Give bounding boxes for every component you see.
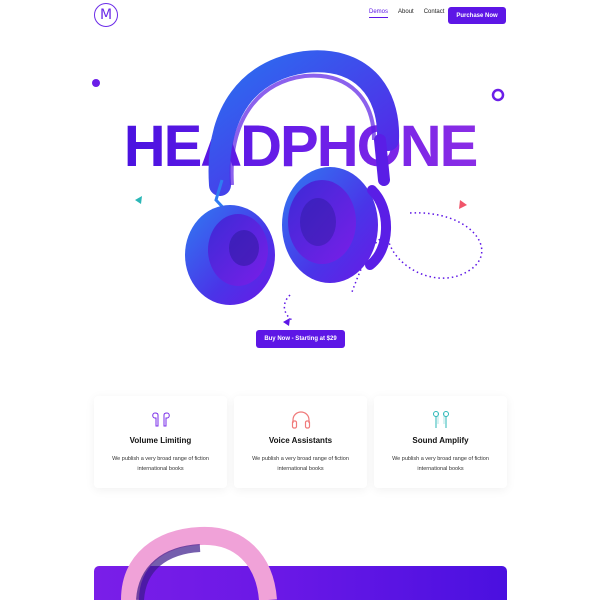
landing-page: M Demos About Contact Purchase Now HEADP…	[0, 0, 600, 600]
feature-title: Sound Amplify	[412, 436, 469, 445]
headphones-icon	[290, 409, 312, 431]
decor-dot	[92, 79, 100, 87]
earphones-icon	[430, 409, 452, 431]
features-section: Volume Limiting We publish a very broad …	[94, 396, 507, 488]
earbuds-icon	[150, 409, 172, 431]
decor-triangle-purple	[283, 318, 290, 326]
hero-illustration	[92, 50, 505, 326]
feature-title: Volume Limiting	[129, 436, 192, 445]
feature-title: Voice Assistants	[268, 436, 333, 445]
buy-now-button[interactable]: Buy Now - Starting at $29	[256, 330, 345, 348]
feature-card-volume: Volume Limiting We publish a very broad …	[94, 396, 227, 488]
decor-ring	[491, 88, 505, 102]
feature-text: We publish a very broad range of fiction…	[392, 456, 489, 473]
dotted-curve-left	[283, 294, 293, 321]
headband	[208, 50, 400, 196]
bottom-headphone-illustration	[121, 526, 277, 600]
feature-card-voice: Voice Assistants We publish a very broad…	[234, 396, 367, 488]
decor-triangle-red	[459, 200, 467, 209]
decor-triangle-teal	[135, 196, 142, 204]
feature-card-sound: Sound Amplify We publish a very broad ra…	[374, 396, 507, 488]
feature-text: We publish a very broad range of fiction…	[112, 456, 209, 473]
feature-text: We publish a very broad range of fiction…	[252, 456, 349, 473]
